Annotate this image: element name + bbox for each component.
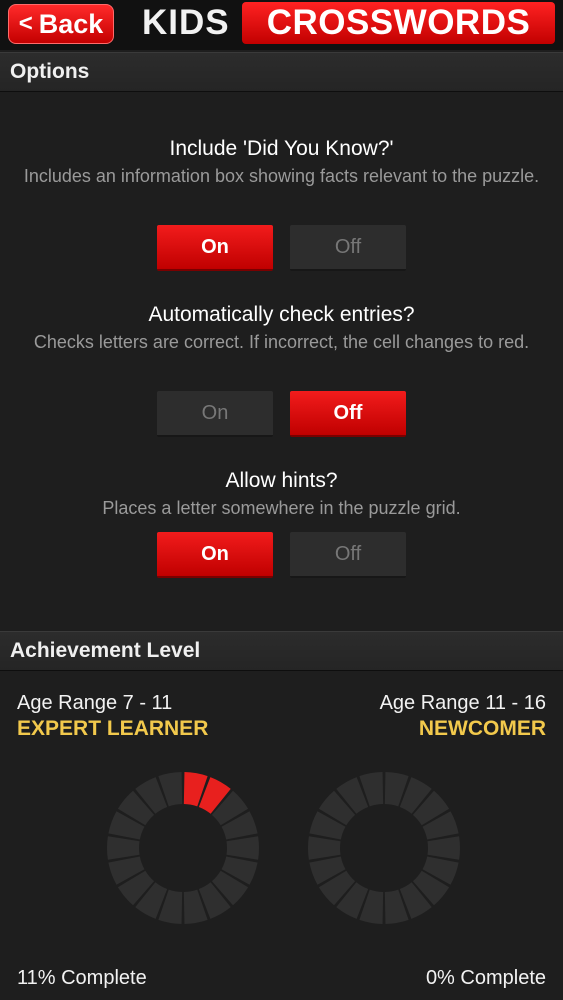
option-allow-hints-title: Allow hints? bbox=[225, 469, 338, 492]
auto-check-off-button[interactable]: Off bbox=[290, 391, 406, 437]
did-you-know-off-button[interactable]: Off bbox=[290, 225, 406, 271]
app-title-crosswords: CROSSWORDS bbox=[242, 2, 555, 44]
age-range-11-16-label: Age Range 11 - 16 bbox=[379, 692, 546, 714]
achievement-section-header: Achievement Level bbox=[0, 631, 563, 671]
auto-check-on-button[interactable]: On bbox=[157, 391, 273, 437]
progress-ring-7-11 bbox=[107, 772, 259, 924]
option-did-you-know-description: Includes an information box showing fact… bbox=[23, 166, 540, 186]
option-allow-hints-description: Places a letter somewhere in the puzzle … bbox=[102, 498, 461, 518]
option-auto-check-description: Checks letters are correct. If incorrect… bbox=[33, 332, 530, 352]
ring-segment-empty bbox=[107, 836, 140, 860]
allow-hints-off-button[interactable]: Off bbox=[290, 532, 406, 578]
top-bar: < Back KIDS CROSSWORDS bbox=[0, 0, 563, 50]
app-title-kids: KIDS bbox=[142, 3, 230, 42]
chevron-left-icon: < bbox=[18, 10, 33, 37]
did-you-know-on-button[interactable]: On bbox=[157, 225, 273, 271]
options-section-header: Options bbox=[0, 52, 563, 92]
age-range-11-16-level: NEWCOMER bbox=[418, 717, 546, 740]
progress-ring-11-16 bbox=[308, 772, 460, 924]
allow-hints-on-button[interactable]: On bbox=[157, 532, 273, 578]
age-range-7-11-level: EXPERT LEARNER bbox=[17, 717, 209, 740]
ring-segment-empty bbox=[427, 836, 460, 860]
age-range-7-11-label: Age Range 7 - 11 bbox=[17, 692, 173, 714]
back-button-label: Back bbox=[38, 8, 104, 39]
option-auto-check-title: Automatically check entries? bbox=[148, 303, 415, 326]
ring-segment-empty bbox=[226, 836, 259, 860]
back-button[interactable]: < Back bbox=[8, 4, 114, 44]
age-range-7-11-complete: 11% Complete bbox=[17, 967, 147, 989]
ring-segment-empty bbox=[308, 836, 341, 860]
option-did-you-know-title: Include 'Did You Know?' bbox=[169, 137, 394, 160]
age-range-11-16-complete: 0% Complete bbox=[425, 967, 546, 989]
